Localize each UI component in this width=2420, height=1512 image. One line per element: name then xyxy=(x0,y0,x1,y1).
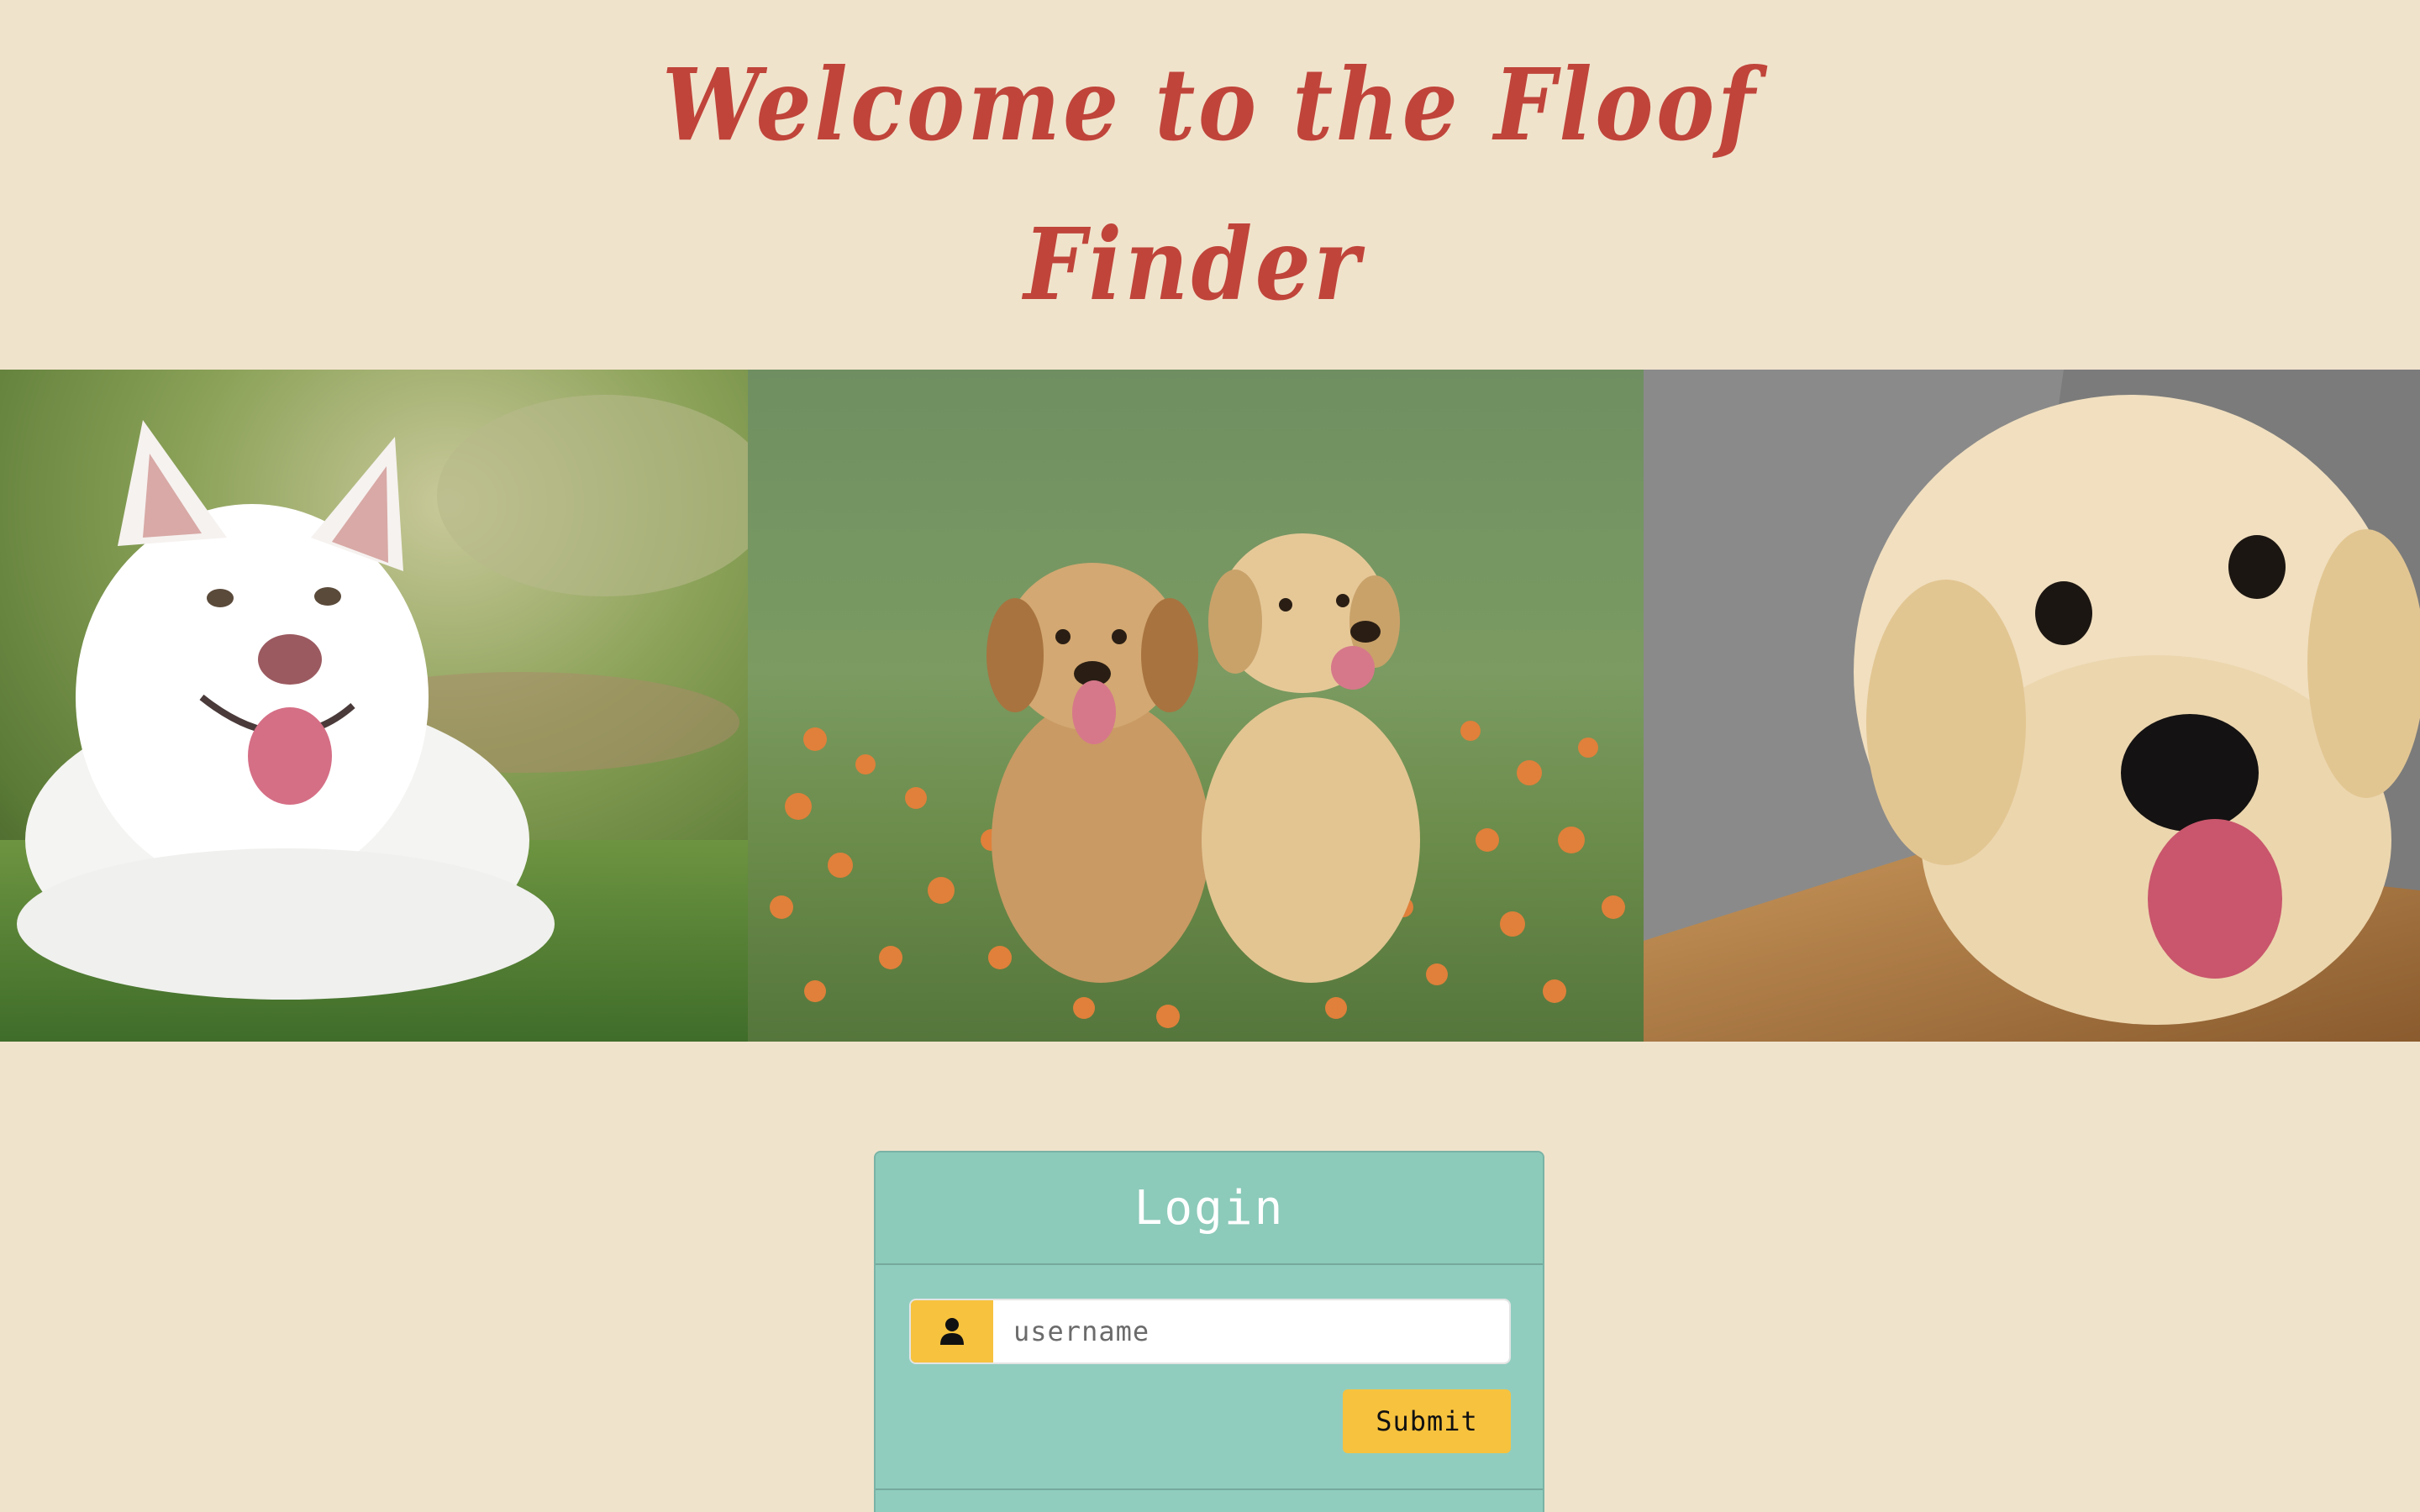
page: Welcome to the Floof Finder Login userna… xyxy=(0,0,2420,1512)
submit-button[interactable]: Submit xyxy=(1343,1389,1511,1453)
username-input[interactable] xyxy=(993,1300,1509,1362)
photo-cream-puppy xyxy=(1644,370,2420,1042)
title-line-2: Finder xyxy=(1023,206,1363,323)
login-title: Login xyxy=(1134,1180,1285,1236)
photo-two-puppies xyxy=(748,370,1644,1042)
login-card: Login Submit xyxy=(874,1151,1544,1512)
form-actions: Submit xyxy=(909,1389,1511,1453)
login-card-header: Login xyxy=(876,1152,1543,1265)
user-icon xyxy=(911,1300,993,1362)
photo-strip xyxy=(0,370,2420,1042)
login-form: Submit xyxy=(876,1265,1543,1453)
card-footer-divider xyxy=(876,1488,1543,1490)
username-input-group xyxy=(909,1299,1511,1364)
page-title: Welcome to the Floof Finder xyxy=(0,25,2420,344)
photo-white-dog xyxy=(0,370,748,1042)
title-line-1: Welcome to the Floof xyxy=(661,46,1759,163)
